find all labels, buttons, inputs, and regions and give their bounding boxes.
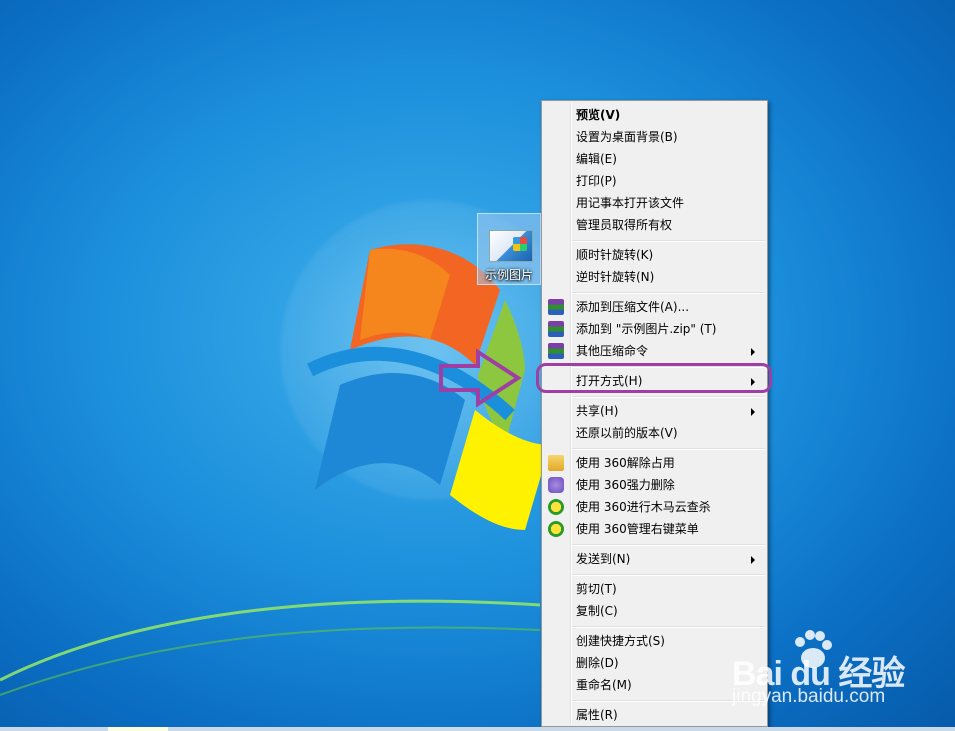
baidu-jingyan-watermark: Bai du 经验 jingyan.baidu.com bbox=[732, 628, 912, 718]
menu-item-copy[interactable]: 复制(C) bbox=[544, 600, 765, 622]
windows-flag-icon bbox=[513, 237, 527, 251]
taskbar bbox=[0, 727, 955, 731]
desktop-icon-sample-image[interactable]: 示例图片 bbox=[477, 213, 541, 285]
menu-item-print[interactable]: 打印(P) bbox=[544, 170, 765, 192]
menu-item-add-to-archive[interactable]: 添加到压缩文件(A)... bbox=[544, 296, 765, 318]
menu-item-restore-previous-versions[interactable]: 还原以前的版本(V) bbox=[544, 422, 765, 444]
menu-separator bbox=[572, 448, 765, 450]
360-plus-icon bbox=[548, 499, 564, 515]
menu-separator bbox=[572, 574, 765, 576]
menu-item-set-as-wallpaper[interactable]: 设置为桌面背景(B) bbox=[544, 126, 765, 148]
annotation-highlight-box bbox=[536, 363, 772, 393]
menu-separator bbox=[572, 544, 765, 546]
menu-item-take-ownership[interactable]: 管理员取得所有权 bbox=[544, 214, 765, 236]
menu-item-edit[interactable]: 编辑(E) bbox=[544, 148, 765, 170]
watermark-url: jingyan.baidu.com bbox=[732, 686, 886, 707]
submenu-arrow-icon bbox=[751, 348, 755, 356]
menu-item-other-compress-commands[interactable]: 其他压缩命令 bbox=[544, 340, 765, 362]
menu-item-open-with-notepad[interactable]: 用记事本打开该文件 bbox=[544, 192, 765, 214]
taskbar-item[interactable] bbox=[108, 727, 168, 731]
winrar-archive-icon bbox=[548, 321, 564, 337]
green-swoosh bbox=[0, 599, 540, 696]
submenu-arrow-icon bbox=[751, 556, 755, 564]
menu-item-rotate-counterclockwise[interactable]: 逆时针旋转(N) bbox=[544, 266, 765, 288]
menu-item-360-unlock[interactable]: 使用 360解除占用 bbox=[544, 452, 765, 474]
winrar-archive-icon bbox=[548, 343, 564, 359]
winrar-archive-icon bbox=[548, 299, 564, 315]
desktop-icon-label: 示例图片 bbox=[484, 268, 533, 282]
annotation-arrow bbox=[439, 348, 522, 408]
menu-item-rotate-clockwise[interactable]: 顺时针旋转(K) bbox=[544, 244, 765, 266]
menu-separator bbox=[572, 396, 765, 398]
menu-item-cut[interactable]: 剪切(T) bbox=[544, 578, 765, 600]
image-thumbnail-icon bbox=[489, 230, 533, 262]
menu-item-share[interactable]: 共享(H) bbox=[544, 400, 765, 422]
menu-separator bbox=[572, 240, 765, 242]
submenu-arrow-icon bbox=[751, 408, 755, 416]
menu-item-360-trojan-scan[interactable]: 使用 360进行木马云查杀 bbox=[544, 496, 765, 518]
shield-delete-icon bbox=[548, 477, 564, 493]
menu-separator bbox=[572, 292, 765, 294]
menu-item-360-force-delete[interactable]: 使用 360强力删除 bbox=[544, 474, 765, 496]
menu-item-preview[interactable]: 预览(V) bbox=[544, 104, 765, 126]
menu-item-360-manage-context-menu[interactable]: 使用 360管理右键菜单 bbox=[544, 518, 765, 540]
folder-lock-icon bbox=[548, 455, 564, 471]
360-plus-icon bbox=[548, 521, 564, 537]
menu-item-add-to-zip[interactable]: 添加到 "示例图片.zip" (T) bbox=[544, 318, 765, 340]
menu-item-send-to[interactable]: 发送到(N) bbox=[544, 548, 765, 570]
